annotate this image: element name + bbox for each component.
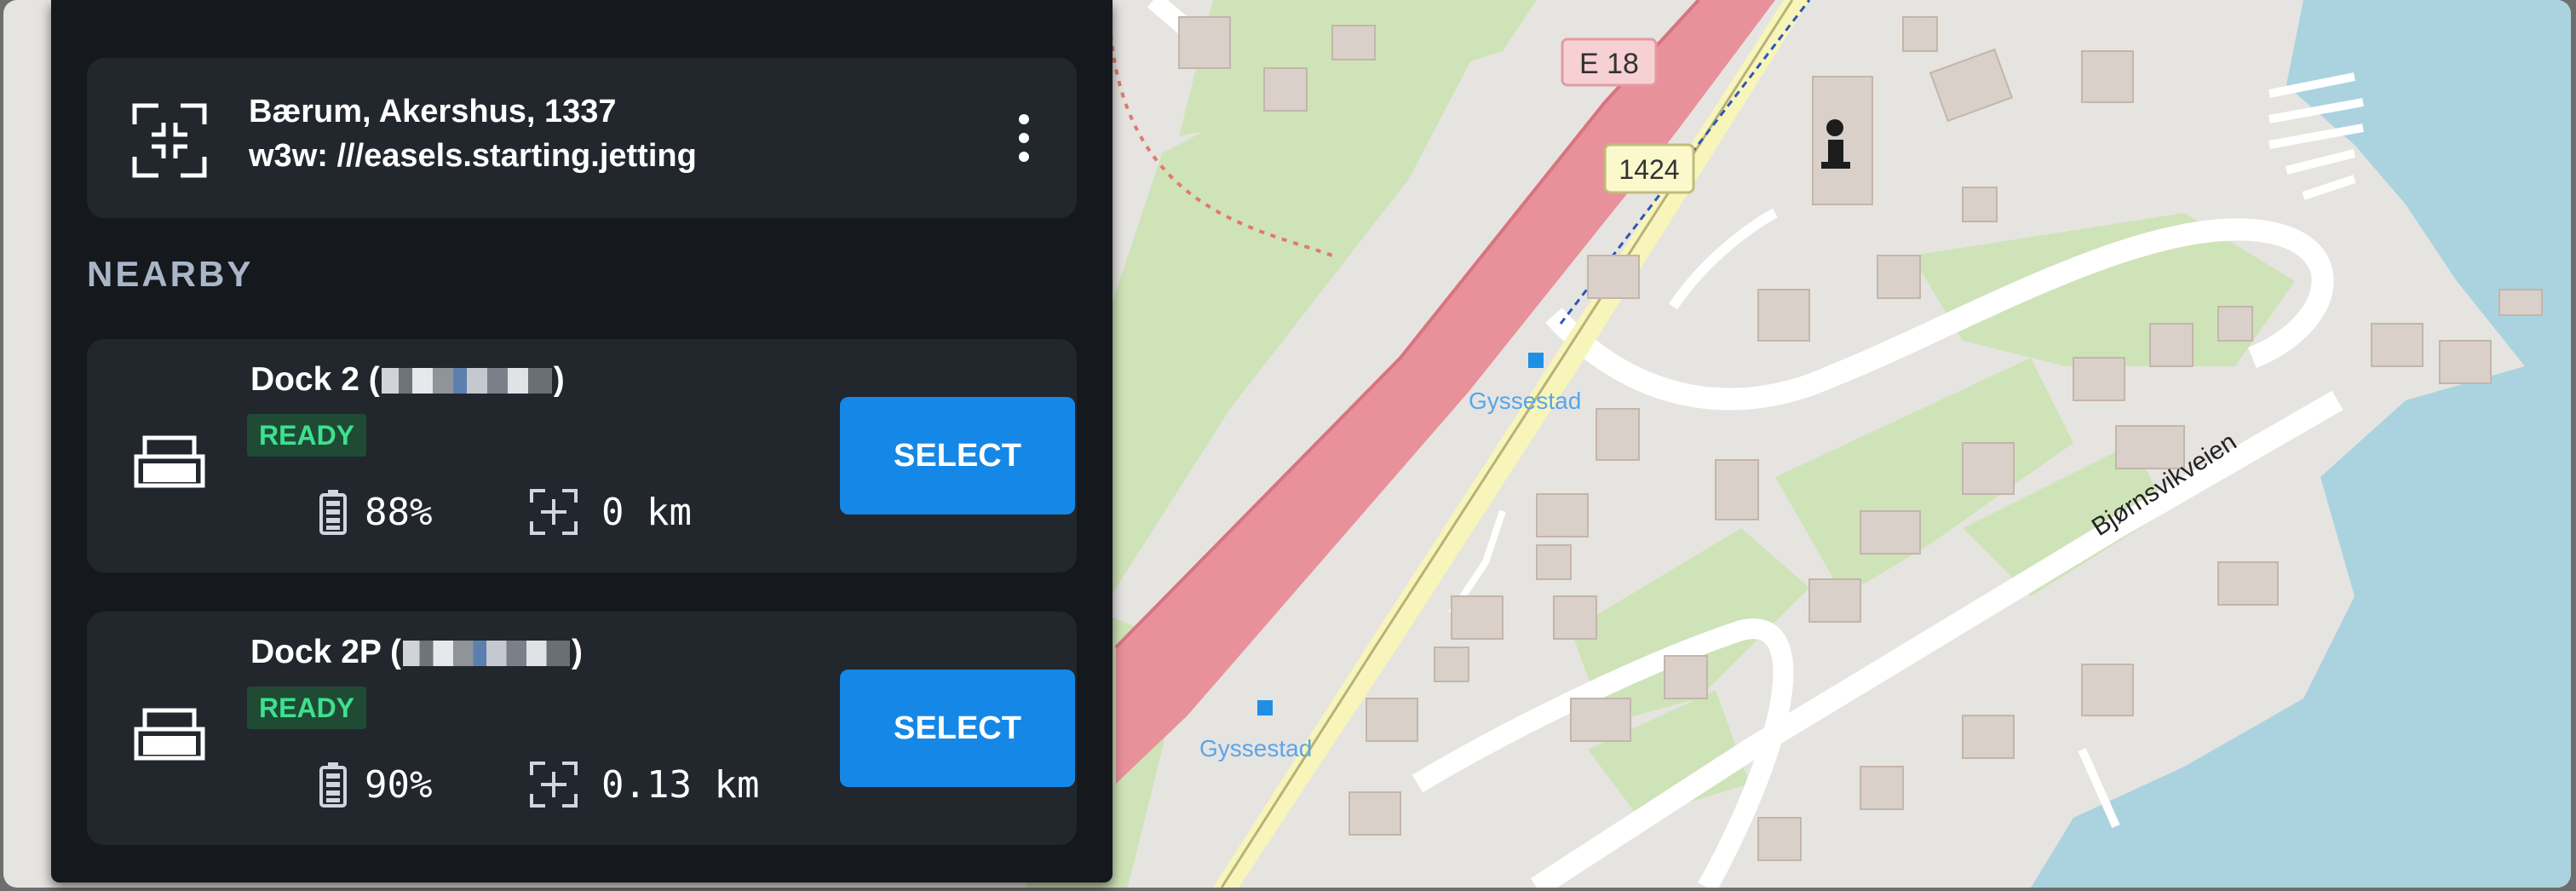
battery-icon <box>319 490 347 535</box>
dock-card[interactable]: Dock 2 () READY 88% 0 km SELECT <box>87 339 1077 572</box>
bus-stop-label: Gyssestad <box>1199 735 1312 762</box>
road-label-1424: 1424 <box>1619 154 1679 185</box>
select-dock-button[interactable]: SELECT <box>840 670 1075 787</box>
building <box>2439 340 2492 384</box>
building <box>1962 715 2015 759</box>
distance-value: 0 km <box>601 491 692 534</box>
distance-icon <box>530 762 578 808</box>
status-badge: READY <box>247 687 367 729</box>
building <box>2081 664 2134 716</box>
distance-icon <box>530 489 578 535</box>
building <box>1929 48 2014 123</box>
location-w3w: w3w: ///easels.starting.jetting <box>249 138 697 174</box>
redacted-serial <box>403 641 571 666</box>
building <box>2371 323 2424 367</box>
water-area <box>2031 0 2571 888</box>
building <box>2149 323 2194 367</box>
building <box>1434 647 1469 682</box>
building <box>1366 698 1418 742</box>
building <box>1451 595 1504 640</box>
building <box>1962 442 2015 495</box>
building <box>1263 67 1308 112</box>
building <box>1877 255 1921 299</box>
building <box>1331 25 1376 60</box>
building <box>1348 791 1401 836</box>
building <box>2498 289 2543 316</box>
location-card: Bærum, Akershus, 1337 w3w: ///easels.sta… <box>87 58 1077 218</box>
building <box>2217 561 2279 606</box>
nearby-section-title: NEARBY <box>87 254 254 294</box>
building <box>1536 493 1589 537</box>
building <box>2081 50 2134 103</box>
dock-icon <box>134 435 205 488</box>
building <box>1757 289 1810 342</box>
building <box>1587 255 1640 299</box>
distance-value: 0.13 km <box>601 763 760 807</box>
building <box>1860 766 1904 810</box>
battery-level: 88% <box>365 491 433 534</box>
building <box>1757 817 1802 861</box>
location-address: Bærum, Akershus, 1337 <box>249 94 617 129</box>
focus-frame-icon <box>132 103 207 178</box>
building <box>1962 187 1998 222</box>
building <box>1902 16 1938 52</box>
building <box>2217 306 2253 342</box>
more-options-button[interactable] <box>1007 109 1041 169</box>
dock-name: Dock 2 () <box>250 361 565 398</box>
battery-icon <box>319 762 347 808</box>
building <box>1860 510 1921 555</box>
building <box>2073 357 2125 401</box>
building <box>1553 595 1597 640</box>
building <box>1664 655 1708 699</box>
building <box>1596 408 1640 461</box>
battery-level: 90% <box>365 763 433 807</box>
bus-stop-label: Gyssestad <box>1469 388 1581 414</box>
more-vertical-icon <box>1019 152 1029 162</box>
select-dock-button[interactable]: SELECT <box>840 397 1075 514</box>
bus-stop-marker <box>1257 700 1273 716</box>
road-label-e18: E 18 <box>1579 48 1639 80</box>
redacted-serial <box>381 368 552 394</box>
dock-name: Dock 2P () <box>250 634 584 670</box>
building <box>1178 16 1231 69</box>
status-badge: READY <box>247 414 367 457</box>
dock-card[interactable]: Dock 2P () READY 90% 0.13 km SELECT <box>87 612 1077 845</box>
building <box>1715 459 1759 520</box>
dock-icon <box>134 708 205 761</box>
more-vertical-icon <box>1019 114 1029 124</box>
dock-selection-panel: Bærum, Akershus, 1337 w3w: ///easels.sta… <box>51 0 1113 882</box>
bus-stop-marker <box>1528 353 1544 368</box>
more-vertical-icon <box>1019 133 1029 143</box>
building <box>1808 578 1861 623</box>
building <box>1570 698 1631 742</box>
building <box>1536 544 1572 580</box>
